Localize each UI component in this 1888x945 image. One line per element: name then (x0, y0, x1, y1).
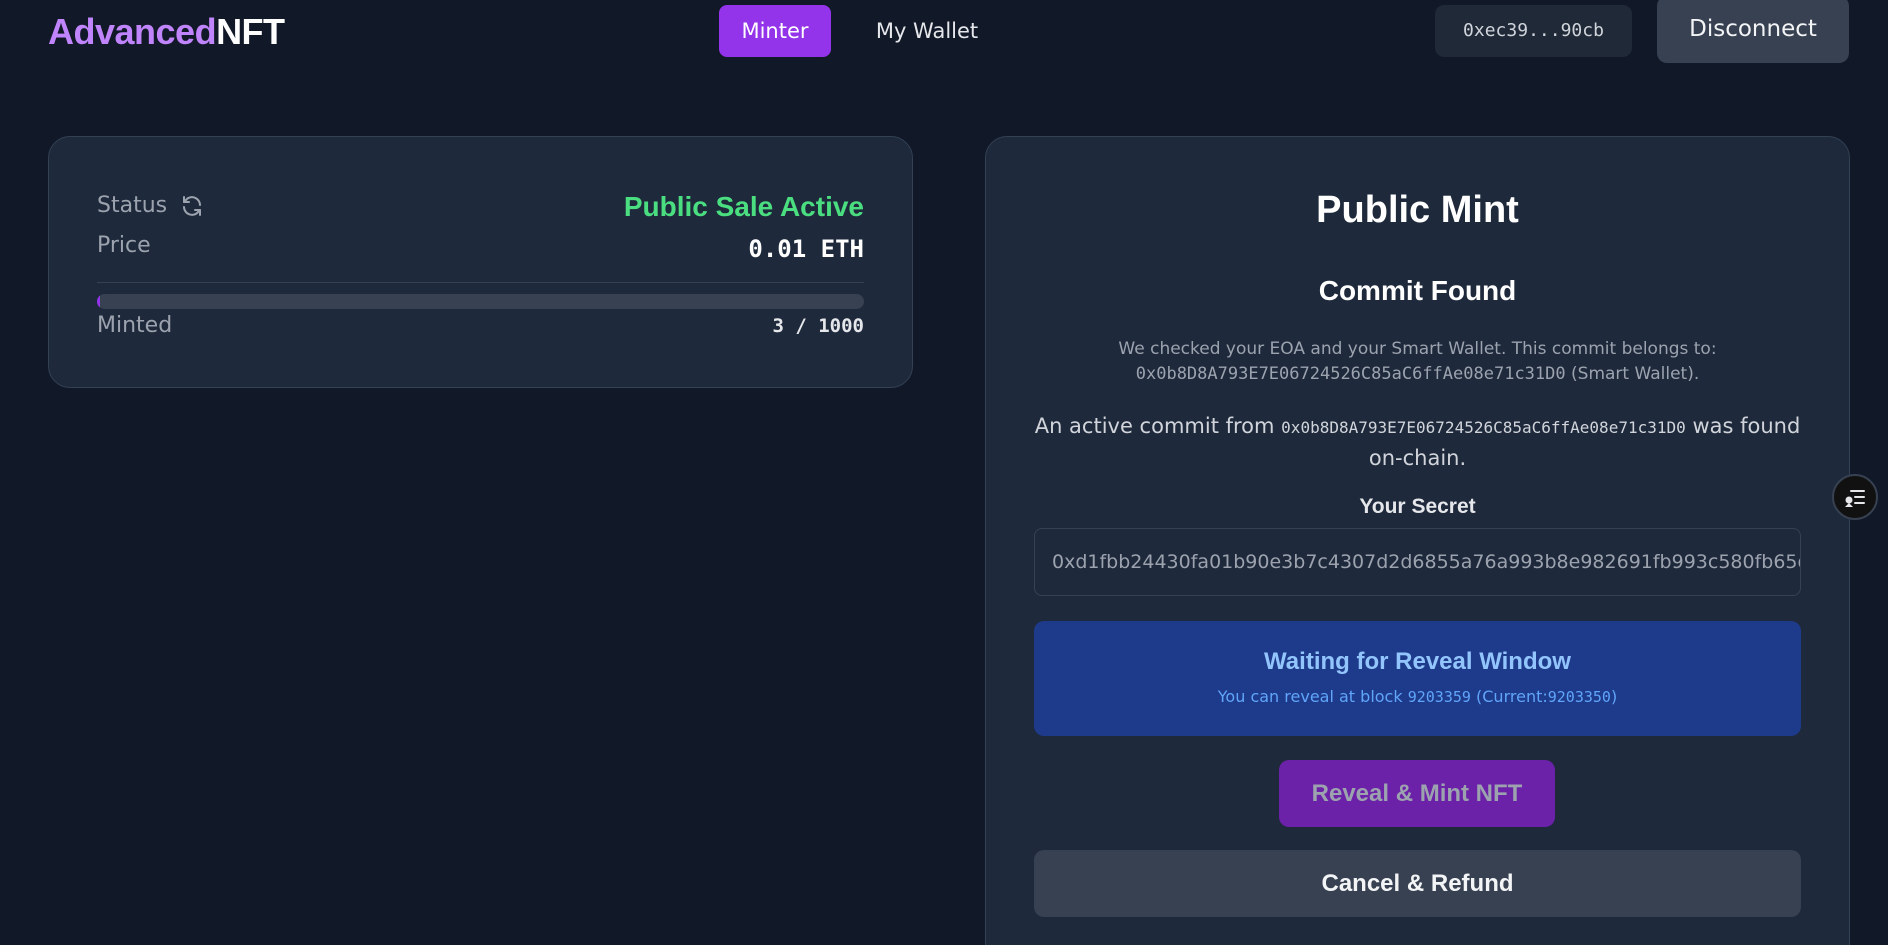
current-block: 9203350 (1547, 688, 1611, 706)
status-label: Status (97, 193, 168, 218)
minted-progress-fill (97, 294, 100, 309)
assistant-menu-button[interactable] (1832, 474, 1878, 520)
reveal-mint-button[interactable]: Reveal & Mint NFT (1279, 760, 1555, 827)
refresh-icon[interactable] (180, 194, 204, 218)
minted-value: 3 / 1000 (772, 315, 864, 337)
reveal-block: 9203359 (1407, 688, 1471, 706)
sale-status-card: Status Public Sale Active Price 0.01 ETH… (48, 136, 913, 388)
commit-owner-suffix: (Smart Wallet). (1571, 364, 1700, 384)
status-value: Public Sale Active (623, 191, 864, 222)
waiting-title: Waiting for Reveal Window (1264, 648, 1571, 675)
commit-owner-address: 0x0b8D8A793E7E06724526C85aC6ffAe08e71c31… (1135, 364, 1566, 384)
disconnect-button[interactable]: Disconnect (1657, 0, 1849, 63)
commit-found-title: Commit Found (1318, 275, 1517, 306)
secret-input[interactable]: 0xd1fbb24430fa01b90e3b7c4307d2d6855a76a9… (1034, 528, 1801, 596)
minted-label: Minted (97, 313, 173, 338)
waiting-prefix: You can reveal at block (1217, 687, 1403, 706)
divider (97, 282, 864, 283)
secret-label: Your Secret (1359, 495, 1476, 518)
logo: AdvancedNFT (48, 10, 285, 54)
app-root: AdvancedNFT Minter My Wallet 0xec39...90… (0, 0, 1888, 945)
price-label: Price (97, 233, 151, 258)
active-prefix: An active commit from (1034, 414, 1275, 438)
active-commit-text: An active commit from 0x0b8D8A793E7E0672… (1026, 411, 1809, 473)
price-value: 0.01 ETH (748, 235, 864, 263)
nav-my-wallet-button[interactable]: My Wallet (862, 5, 992, 57)
nav-minter-button[interactable]: Minter (719, 5, 831, 57)
reveal-window-notice: Waiting for Reveal Window You can reveal… (1034, 621, 1801, 736)
public-mint-card: Public Mint Commit Found We checked your… (985, 136, 1850, 945)
account-address: 0xec39...90cb (1435, 5, 1632, 57)
check-text: We checked your EOA and your Smart Walle… (1118, 339, 1717, 359)
logo-nft: NFT (216, 11, 285, 52)
cancel-refund-button[interactable]: Cancel & Refund (1034, 850, 1801, 917)
current-prefix: (Current: (1476, 687, 1548, 706)
mint-title: Public Mint (1316, 189, 1519, 231)
current-suffix: ) (1610, 687, 1618, 706)
reveal-block-info: You can reveal at block 9203359 (Current… (1034, 687, 1801, 706)
assistant-menu-icon (1845, 490, 1865, 507)
minted-progress-bar (97, 294, 864, 309)
active-commit-address: 0x0b8D8A793E7E06724526C85aC6ffAe08e71c31… (1281, 418, 1686, 437)
logo-advanced: Advanced (48, 11, 217, 52)
commit-ownership-text: We checked your EOA and your Smart Walle… (1026, 337, 1809, 387)
